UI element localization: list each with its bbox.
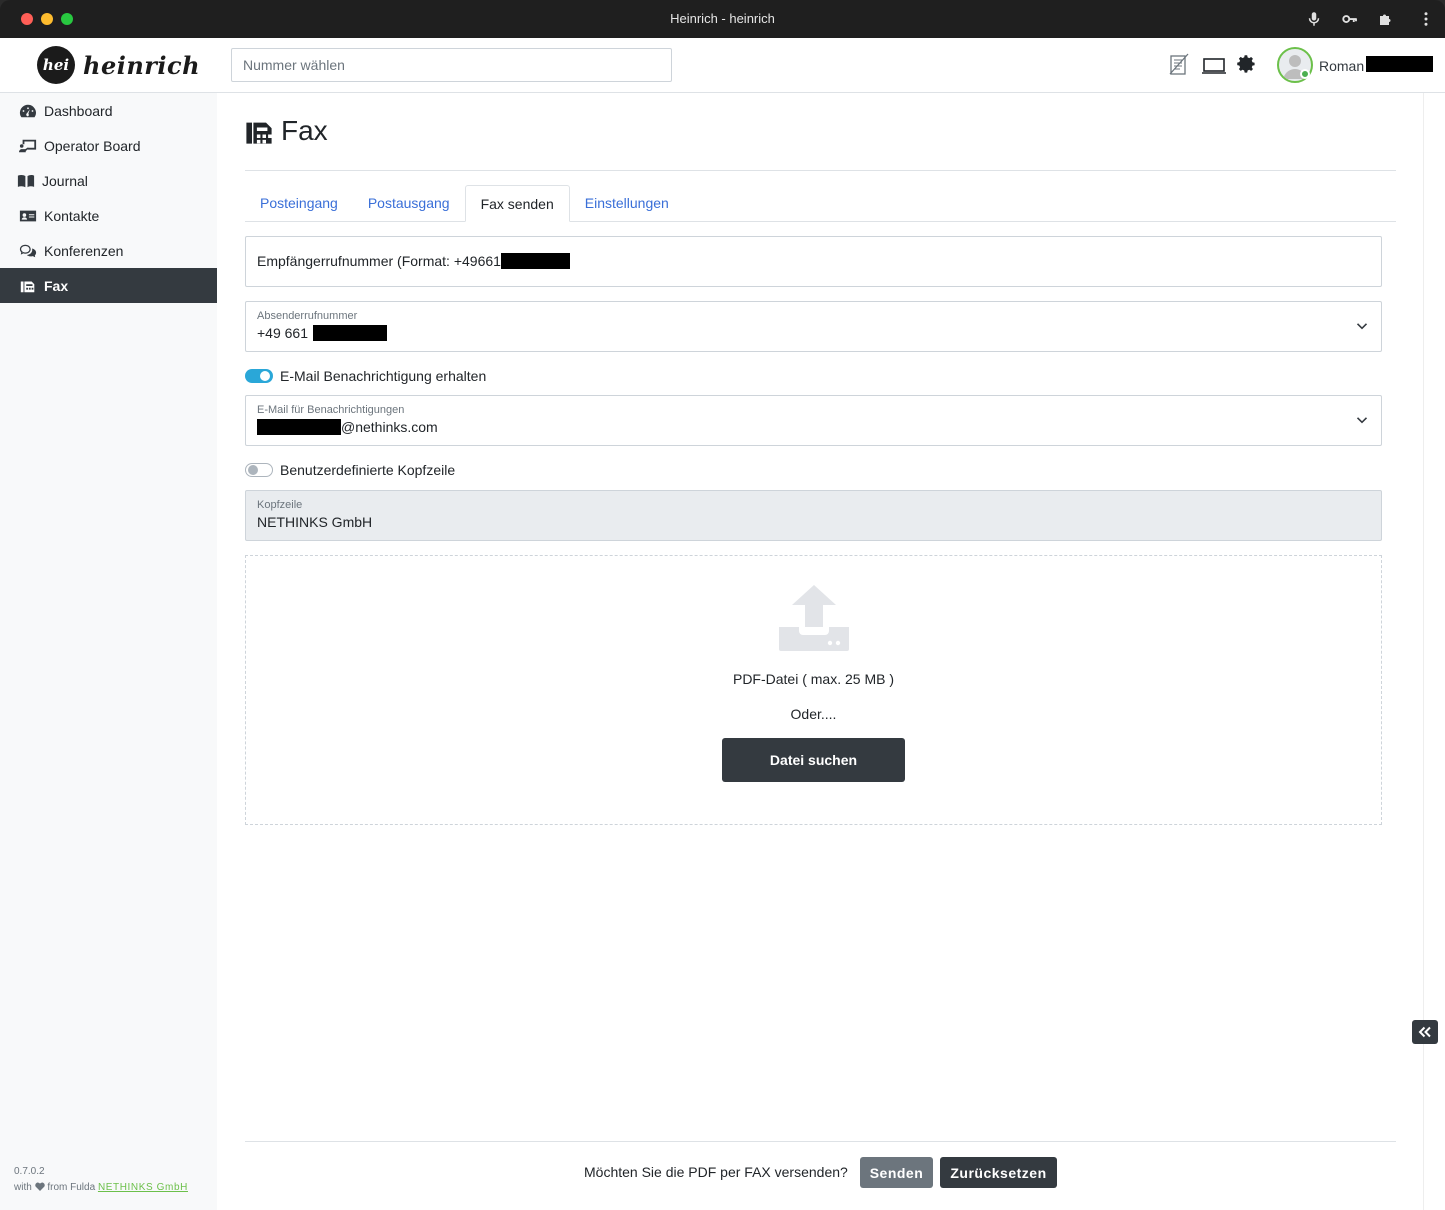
- sidebar-item-journal[interactable]: Journal: [0, 163, 217, 198]
- sender-number-value-wrap: +49 661: [257, 325, 387, 341]
- browse-file-button[interactable]: Datei suchen: [722, 738, 905, 782]
- send-button[interactable]: Senden: [860, 1157, 933, 1188]
- sidebar-item-operator-board[interactable]: Operator Board: [0, 128, 217, 163]
- sender-number-label: Absenderrufnummer: [257, 310, 358, 322]
- recipient-number-field[interactable]: Empfängerrufnummer (Format: +49661: [245, 236, 1382, 287]
- logo-text: heinrich: [83, 50, 201, 80]
- tab-einstellungen[interactable]: Einstellungen: [570, 185, 684, 222]
- operator-board-icon: [19, 139, 37, 152]
- credit-line: with from Fulda NETHINKS GmbH: [14, 1182, 188, 1193]
- sender-number-value: +49 661: [257, 325, 308, 341]
- heart-icon: [34, 1182, 45, 1191]
- credit-middle: from Fulda: [47, 1182, 96, 1193]
- address-card-icon: [19, 210, 37, 221]
- header-line-field: Kopfzeile NETHINKS GmbH: [245, 490, 1382, 541]
- sidebar-item-dashboard[interactable]: Dashboard: [0, 93, 217, 128]
- sidebar-item-label: Journal: [42, 172, 88, 189]
- notification-email-select[interactable]: E-Mail für Benachrichtigungen @nethinks.…: [245, 395, 1382, 446]
- send-question: Möchten Sie die PDF per FAX versenden?: [584, 1164, 848, 1180]
- double-chevron-left-icon: [1418, 1026, 1431, 1038]
- tachometer-icon: [19, 104, 36, 117]
- sidebar-item-label: Operator Board: [44, 137, 141, 154]
- redacted-surname: [1366, 56, 1433, 72]
- dial-number-input[interactable]: [231, 48, 672, 82]
- or-label: Oder....: [790, 706, 837, 722]
- window-titlebar: Heinrich - heinrich: [0, 0, 1445, 38]
- sidebar: Dashboard Operator Board Journal Kontakt…: [0, 93, 217, 1210]
- expand-panel-button[interactable]: [1412, 1020, 1438, 1044]
- sidebar-item-fax[interactable]: Fax: [0, 268, 217, 303]
- window-title: Heinrich - heinrich: [670, 11, 775, 26]
- redacted-number: [313, 325, 387, 341]
- key-icon[interactable]: [1341, 10, 1359, 28]
- online-status-indicator: [1300, 69, 1310, 79]
- phone-book-icon[interactable]: [1168, 52, 1190, 76]
- sidebar-item-label: Fax: [44, 277, 69, 294]
- redacted-email-user: [257, 419, 341, 435]
- footer-divider: [245, 1141, 1396, 1142]
- comments-icon: [19, 244, 37, 257]
- microphone-icon[interactable]: [1305, 10, 1323, 28]
- main-content: Fax Posteingang Postausgang Fax senden E…: [217, 93, 1445, 1210]
- user-name[interactable]: Roman: [1319, 58, 1364, 74]
- tab-fax-senden[interactable]: Fax senden: [464, 185, 570, 222]
- page-title: Fax: [245, 115, 328, 147]
- pdf-dropzone[interactable]: PDF-Datei ( max. 25 MB ) Oder.... Datei …: [245, 555, 1382, 825]
- more-vertical-icon[interactable]: [1417, 10, 1435, 28]
- header-line-value: NETHINKS GmbH: [257, 514, 373, 530]
- fax-tabs: Posteingang Postausgang Fax senden Einst…: [245, 185, 1396, 222]
- laptop-icon[interactable]: [1201, 57, 1227, 75]
- app-version: 0.7.0.2: [14, 1166, 45, 1177]
- custom-header-label: Benutzerdefinierte Kopfzeile: [280, 462, 456, 478]
- email-notification-label: E-Mail Benachrichtigung erhalten: [280, 368, 487, 384]
- page-title-text: Fax: [281, 115, 328, 146]
- email-notification-switch[interactable]: [245, 369, 273, 383]
- app-header: hei heinrich Roman: [0, 38, 1445, 93]
- notification-email-label: E-Mail für Benachrichtigungen: [257, 404, 405, 416]
- sidebar-item-label: Dashboard: [44, 102, 113, 119]
- fax-icon: [246, 122, 272, 144]
- upload-icon: [779, 585, 849, 651]
- chevron-down-icon: [1356, 323, 1368, 330]
- reset-button[interactable]: Zurücksetzen: [940, 1157, 1057, 1188]
- book-icon: [17, 174, 35, 187]
- sender-number-select[interactable]: Absenderrufnummer +49 661: [245, 301, 1382, 352]
- tab-posteingang[interactable]: Posteingang: [245, 185, 353, 222]
- puzzle-icon[interactable]: [1377, 10, 1395, 28]
- logo-badge: hei: [37, 46, 75, 84]
- nethinks-link[interactable]: NETHINKS GmbH: [98, 1182, 188, 1193]
- chevron-down-icon: [1356, 417, 1368, 424]
- credit-prefix: with: [14, 1182, 32, 1193]
- redacted-number: [500, 253, 570, 269]
- heinrich-logo[interactable]: hei heinrich: [37, 46, 200, 84]
- notification-email-value-wrap: @nethinks.com: [257, 419, 438, 435]
- recipient-placeholder: Empfängerrufnummer (Format: +49661: [257, 253, 501, 269]
- app-container: hei heinrich Roman Dashboa: [0, 38, 1445, 1210]
- sidebar-item-konferenzen[interactable]: Konferenzen: [0, 233, 217, 268]
- title-divider: [245, 170, 1396, 171]
- sidebar-item-label: Kontakte: [44, 207, 100, 224]
- email-notification-toggle-row: E-Mail Benachrichtigung erhalten: [245, 368, 486, 384]
- custom-header-toggle-row: Benutzerdefinierte Kopfzeile: [245, 462, 455, 478]
- sidebar-item-kontakte[interactable]: Kontakte: [0, 198, 217, 233]
- fax-icon: [20, 281, 35, 292]
- custom-header-switch[interactable]: [245, 463, 273, 477]
- header-line-label: Kopfzeile: [257, 499, 303, 511]
- pdf-size-label: PDF-Datei ( max. 25 MB ): [732, 671, 895, 687]
- tab-postausgang[interactable]: Postausgang: [353, 185, 465, 222]
- sidebar-item-label: Konferenzen: [44, 242, 124, 259]
- notification-email-value: @nethinks.com: [341, 419, 438, 435]
- recipient-placeholder-wrap: Empfängerrufnummer (Format: +49661: [257, 253, 570, 269]
- gear-icon[interactable]: [1236, 54, 1256, 74]
